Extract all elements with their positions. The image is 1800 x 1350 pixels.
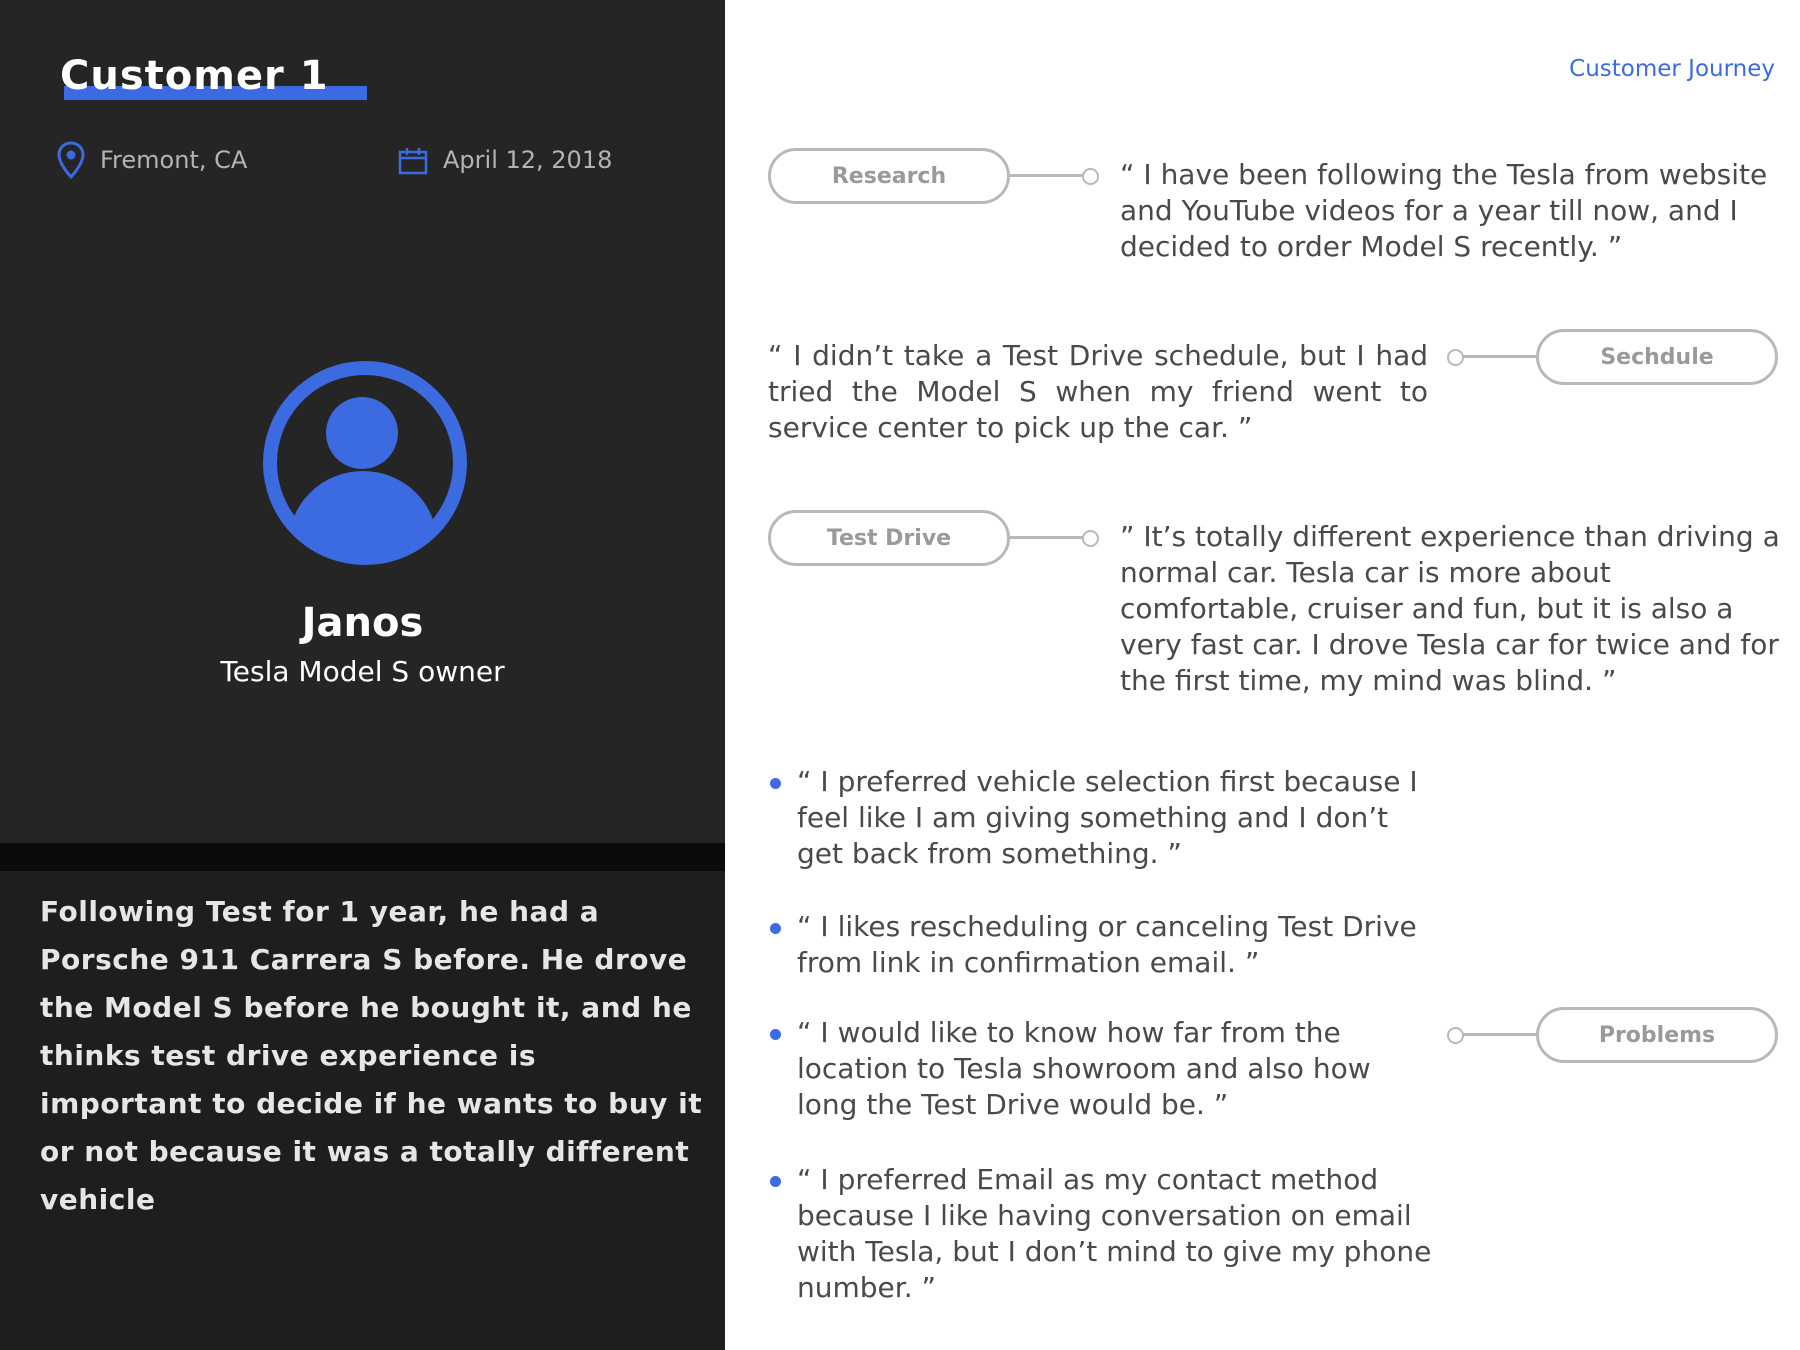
customer-summary: Following Test for 1 year, he had a Pors… — [40, 895, 703, 1216]
bullet-icon — [770, 1176, 781, 1187]
problem-item: “ I preferred vehicle selection first be… — [797, 765, 1418, 870]
quote-test-drive: ” It’s totally different experience than… — [1120, 520, 1780, 697]
problem-item: “ I likes rescheduling or canceling Test… — [797, 910, 1417, 979]
stage-problems: Problems — [1536, 1007, 1778, 1063]
problem-item: “ I would like to know how far from the … — [797, 1016, 1371, 1121]
summary-panel-band — [0, 843, 725, 871]
bullet-icon — [770, 778, 781, 789]
connector-line — [1462, 355, 1536, 358]
stage-schedule: Sechdule — [1536, 329, 1778, 385]
connector-node — [1082, 530, 1099, 547]
customer-journey-link[interactable]: Customer Journey — [1569, 54, 1775, 84]
customer-name: Janos — [301, 600, 424, 646]
connector-line — [1010, 174, 1084, 177]
bullet-icon — [770, 923, 781, 934]
customer-role: Tesla Model S owner — [220, 655, 505, 688]
problem-item: “ I preferred Email as my contact method… — [797, 1163, 1432, 1304]
date-text: April 12, 2018 — [443, 146, 613, 174]
user-avatar-icon — [263, 361, 467, 565]
page-title: Customer 1 — [60, 53, 329, 99]
connector-line — [1010, 536, 1084, 539]
connector-line — [1462, 1033, 1536, 1036]
connector-node — [1082, 168, 1099, 185]
stage-research: Research — [768, 148, 1010, 204]
map-pin-icon — [57, 141, 85, 180]
calendar-icon — [398, 148, 428, 175]
quote-schedule: “ I didn’t take a Test Drive schedule, b… — [768, 339, 1428, 444]
bullet-icon — [770, 1029, 781, 1040]
quote-research: “ I have been following the Tesla from w… — [1120, 158, 1768, 263]
stage-test-drive: Test Drive — [768, 510, 1010, 566]
location-text: Fremont, CA — [100, 146, 248, 174]
